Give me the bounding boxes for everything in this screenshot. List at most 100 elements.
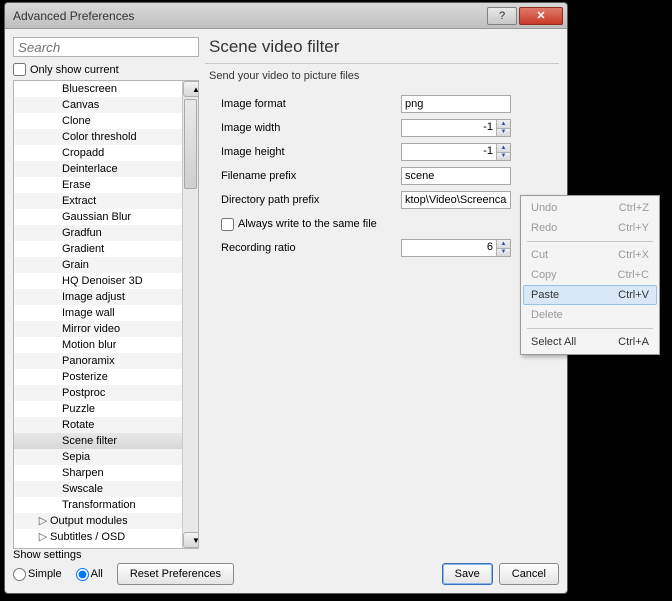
- scroll-thumb[interactable]: [184, 99, 197, 189]
- image-format-input[interactable]: [401, 95, 511, 113]
- ctx-copy[interactable]: CopyCtrl+C: [523, 265, 657, 285]
- tree-item[interactable]: Puzzle: [14, 401, 182, 417]
- simple-radio[interactable]: [13, 568, 26, 581]
- ctx-undo[interactable]: UndoCtrl+Z: [523, 198, 657, 218]
- tree-expand-icon[interactable]: ▷: [38, 529, 48, 545]
- tree-item[interactable]: Motion blur: [14, 337, 182, 353]
- tree-item-label: Gradient: [62, 243, 104, 255]
- preferences-tree: Bluescreen CanvasCloneColor threshold Crop…: [13, 80, 199, 549]
- tree-item[interactable]: Gaussian Blur: [14, 209, 182, 225]
- tree-item[interactable]: Postproc: [14, 385, 182, 401]
- tree-item-label: Grain: [62, 259, 89, 271]
- tree-item[interactable]: Cropadd: [14, 145, 182, 161]
- width-spin-up[interactable]: ▲: [496, 120, 510, 129]
- recording-ratio-label: Recording ratio: [221, 242, 401, 254]
- window-title: Advanced Preferences: [13, 9, 485, 23]
- height-spin-down[interactable]: ▼: [496, 153, 510, 161]
- tree-item[interactable]: Extract: [14, 193, 182, 209]
- tree-item[interactable]: Sharpen: [14, 465, 182, 481]
- search-input[interactable]: [13, 37, 199, 57]
- tree-scrollbar[interactable]: ▲ ▼: [182, 81, 198, 548]
- tree-item[interactable]: Mirror video: [14, 321, 182, 337]
- tree-item[interactable]: Deinterlace: [14, 161, 182, 177]
- tree-item[interactable]: Color threshold: [14, 129, 182, 145]
- tree-item-label: Cropadd: [62, 147, 104, 159]
- help-button[interactable]: ?: [487, 7, 517, 25]
- tree-item-label: Erase: [62, 179, 91, 191]
- ctx-delete[interactable]: Delete: [523, 305, 657, 325]
- tree-item-label: Subtitles / OSD: [50, 531, 125, 543]
- tree-item[interactable]: Swscale: [14, 481, 182, 497]
- tree-item-label: Posterize: [62, 371, 108, 383]
- always-write-checkbox[interactable]: [221, 218, 234, 231]
- tree-expand-icon[interactable]: ▷: [38, 513, 48, 529]
- tree-item[interactable]: ▷Output modules: [14, 513, 182, 529]
- tree-item-label: Sharpen: [62, 467, 104, 479]
- tree-item-label: Gaussian Blur: [62, 211, 131, 223]
- tree-item-label: Bluescreen: [62, 83, 117, 95]
- only-show-current-checkbox[interactable]: [13, 63, 26, 76]
- tree-item-label: Transformation: [62, 499, 136, 511]
- ctx-redo[interactable]: RedoCtrl+Y: [523, 218, 657, 238]
- tree-item[interactable]: Erase: [14, 177, 182, 193]
- only-show-current-label: Only show current: [30, 64, 119, 76]
- tree-item-label: Swscale: [62, 483, 103, 495]
- tree-item-label: Puzzle: [62, 403, 95, 415]
- ctx-separator: [527, 328, 653, 329]
- tree-item-label: Image adjust: [62, 291, 125, 303]
- scroll-down-button[interactable]: ▼: [183, 532, 199, 548]
- cancel-button[interactable]: Cancel: [499, 563, 559, 585]
- tree-item[interactable]: Clone: [14, 113, 182, 129]
- titlebar[interactable]: Advanced Preferences ? ✕: [5, 3, 567, 29]
- filename-prefix-label: Filename prefix: [221, 170, 401, 182]
- panel-divider: [205, 63, 559, 64]
- directory-prefix-label: Directory path prefix: [221, 194, 401, 206]
- tree-item-label: Rotate: [62, 419, 94, 431]
- tree-item-label: Postproc: [62, 387, 105, 399]
- ctx-paste[interactable]: PasteCtrl+V: [523, 285, 657, 305]
- tree-item-label: Image wall: [62, 307, 115, 319]
- reset-preferences-button[interactable]: Reset Preferences: [117, 563, 234, 585]
- tree-item-label: Mirror video: [62, 323, 120, 335]
- directory-prefix-input[interactable]: [401, 191, 511, 209]
- tree-item[interactable]: Canvas: [14, 97, 182, 113]
- close-button[interactable]: ✕: [519, 7, 563, 25]
- tree-item[interactable]: Gradient: [14, 241, 182, 257]
- tree-item-label: Output modules: [50, 515, 128, 527]
- context-menu: UndoCtrl+Z RedoCtrl+Y CutCtrl+X CopyCtrl…: [520, 195, 660, 355]
- recording-ratio-input[interactable]: 6 ▲▼: [401, 239, 511, 257]
- only-show-current-row[interactable]: Only show current: [13, 63, 199, 76]
- tree-item[interactable]: Bluescreen: [14, 81, 182, 97]
- ratio-spin-up[interactable]: ▲: [496, 240, 510, 249]
- scroll-up-button[interactable]: ▲: [183, 81, 199, 97]
- tree-item[interactable]: Gradfun: [14, 225, 182, 241]
- tree-item[interactable]: Grain: [14, 257, 182, 273]
- image-height-input[interactable]: -1 ▲▼: [401, 143, 511, 161]
- tree-item[interactable]: Image wall: [14, 305, 182, 321]
- tree-item[interactable]: ▷Subtitles / OSD: [14, 529, 182, 545]
- ratio-spin-down[interactable]: ▼: [496, 249, 510, 257]
- tree-item-label: HQ Denoiser 3D: [62, 275, 143, 287]
- height-spin-up[interactable]: ▲: [496, 144, 510, 153]
- tree-item[interactable]: Image adjust: [14, 289, 182, 305]
- tree-item[interactable]: HQ Denoiser 3D: [14, 273, 182, 289]
- tree-item-label: Gradfun: [62, 227, 102, 239]
- tree-item[interactable]: Rotate: [14, 417, 182, 433]
- ctx-cut[interactable]: CutCtrl+X: [523, 245, 657, 265]
- tree-item[interactable]: Sepia: [14, 449, 182, 465]
- tree-item-label: Deinterlace: [62, 163, 118, 175]
- image-width-input[interactable]: -1 ▲▼: [401, 119, 511, 137]
- tree-item[interactable]: Posterize: [14, 369, 182, 385]
- tree-item-label: Scene filter: [62, 435, 117, 447]
- all-radio-row[interactable]: All: [76, 568, 103, 581]
- ctx-select-all[interactable]: Select AllCtrl+A: [523, 332, 657, 352]
- tree-item[interactable]: Transformation: [14, 497, 182, 513]
- simple-radio-row[interactable]: Simple: [13, 568, 62, 581]
- save-button[interactable]: Save: [442, 563, 493, 585]
- width-spin-down[interactable]: ▼: [496, 129, 510, 137]
- filename-prefix-input[interactable]: [401, 167, 511, 185]
- tree-item-label: Sepia: [62, 451, 90, 463]
- all-radio[interactable]: [76, 568, 89, 581]
- tree-item[interactable]: Scene filter: [14, 433, 182, 449]
- tree-item[interactable]: Panoramix: [14, 353, 182, 369]
